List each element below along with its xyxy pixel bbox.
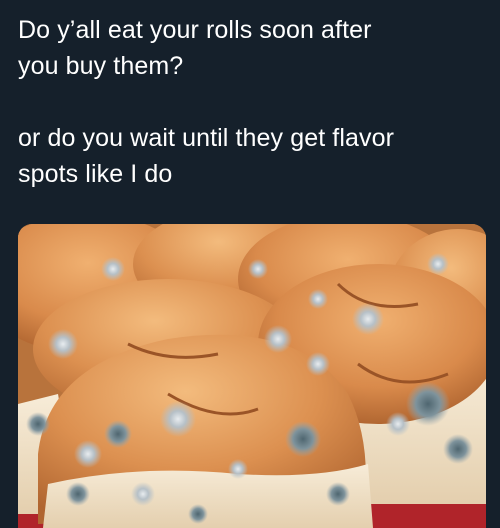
tweet-text-line: spots like I do xyxy=(18,160,173,188)
tweet-text-line: Do y’all eat your rolls soon after xyxy=(18,16,372,44)
moldy-rolls-illustration xyxy=(18,224,486,528)
tweet-text-line: you buy them? xyxy=(18,52,184,80)
tweet-photo[interactable] xyxy=(18,224,486,528)
tweet-text-line: or do you wait until they get flavor xyxy=(18,124,395,152)
tweet-card: Do y’all eat your rolls soon after you b… xyxy=(0,0,500,528)
tweet-text: Do y’all eat your rolls soon after you b… xyxy=(18,12,488,192)
